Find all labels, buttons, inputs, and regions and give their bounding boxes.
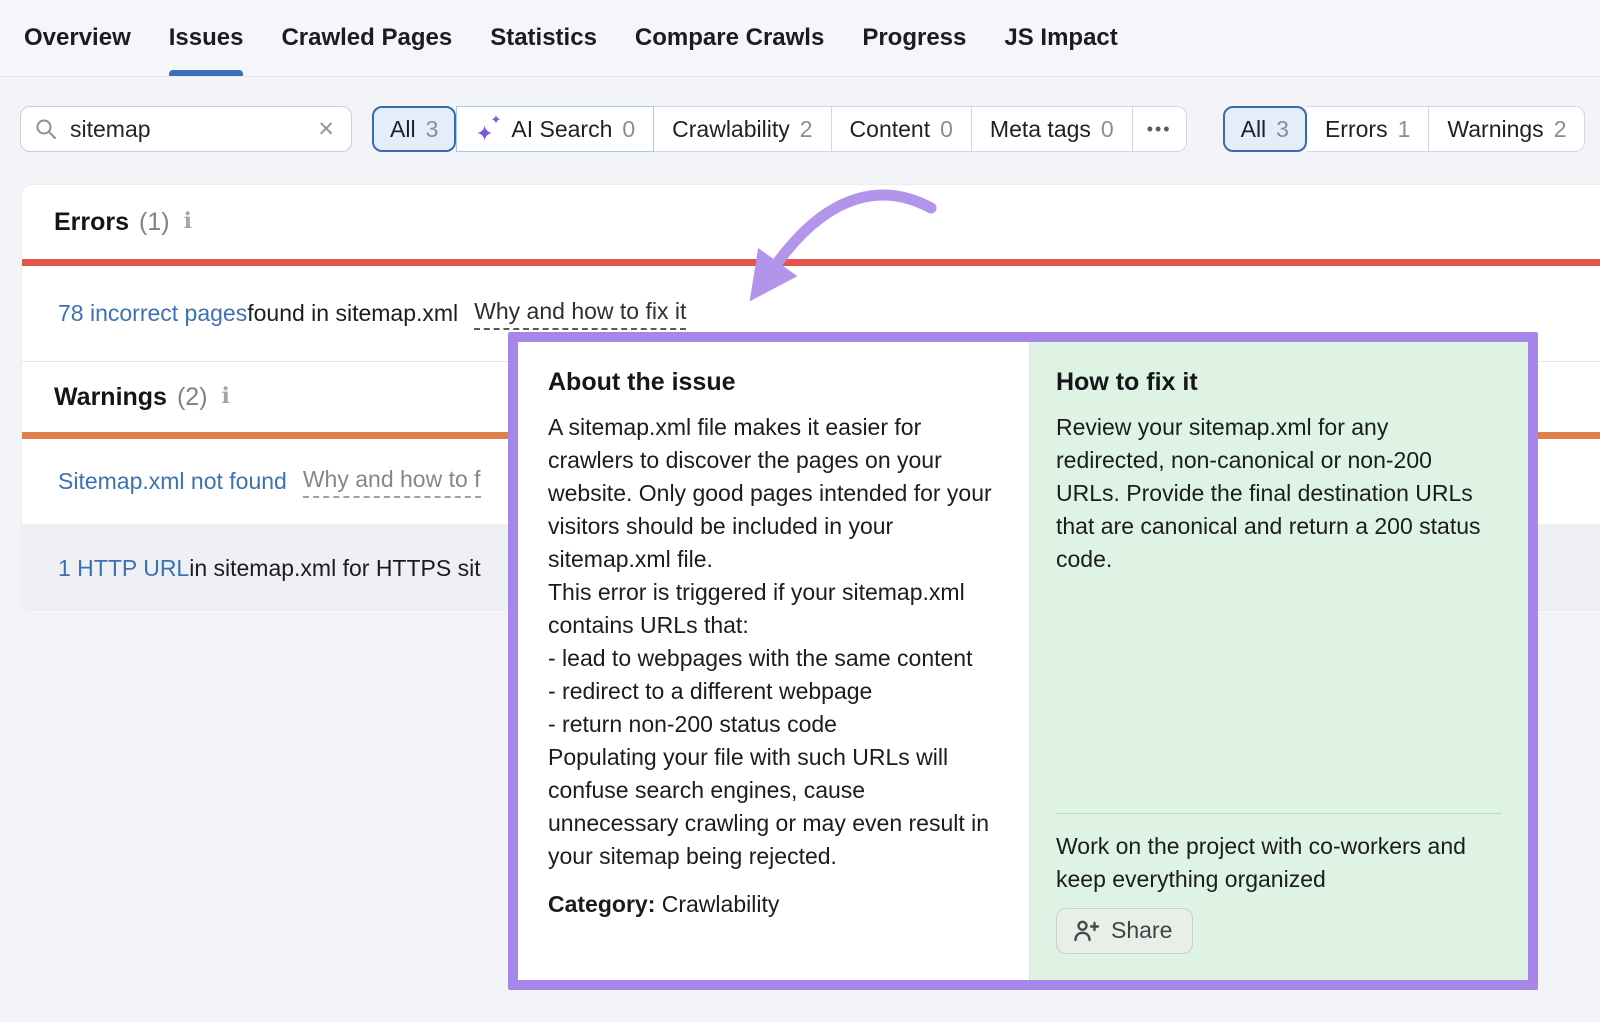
category-line: Category: Crawlability [548,891,1001,918]
warnings-count: (2) [177,383,208,412]
search-box[interactable]: ✕ [20,106,352,152]
errors-section-header: Errors (1) ℹ [22,185,1600,259]
search-input[interactable] [68,115,304,144]
filter-count: 0 [1101,116,1114,143]
category-filter-group: All 3 ✦✦ AI Search 0 Crawlability 2 Cont… [372,106,1187,152]
filter-meta-tags[interactable]: Meta tags 0 [972,106,1133,152]
category-value: Crawlability [662,891,780,917]
person-add-icon [1073,919,1100,942]
filter-content[interactable]: Content 0 [832,106,972,152]
filter-count: 3 [426,116,439,143]
filter-row: ✕ All 3 ✦✦ AI Search 0 Crawlability 2 Co… [20,106,1600,152]
filter-count: 3 [1276,116,1289,143]
collaboration-block: Work on the project with co-workers and … [1056,813,1502,954]
filter-count: 0 [940,116,953,143]
tab-compare-crawls[interactable]: Compare Crawls [635,0,824,76]
why-how-fix-link[interactable]: Why and how to f [303,466,481,498]
ai-sparkles-icon: ✦✦ [475,115,501,143]
filter-count: 1 [1398,116,1411,143]
tab-issues[interactable]: Issues [169,0,244,76]
issue-link[interactable]: Sitemap.xml not found [58,468,287,495]
how-to-fix-panel: How to fix it Review your sitemap.xml fo… [1030,342,1528,980]
category-label: Category: [548,891,655,917]
filter-count: 2 [1554,116,1567,143]
filter-count: 2 [800,116,813,143]
clear-search-icon[interactable]: ✕ [315,117,337,142]
search-icon [35,118,57,140]
tab-crawled-pages[interactable]: Crawled Pages [281,0,452,76]
how-to-fix-body: Review your sitemap.xml for any redirect… [1056,411,1502,576]
filter-errors[interactable]: Errors 1 [1307,106,1429,152]
top-nav: Overview Issues Crawled Pages Statistics… [0,0,1600,77]
errors-title: Errors [54,208,129,237]
issue-text: found in sitemap.xml [247,300,458,327]
filter-warnings[interactable]: Warnings 2 [1429,106,1585,152]
filter-count: 0 [622,116,635,143]
tab-overview[interactable]: Overview [24,0,131,76]
filter-all-severity[interactable]: All 3 [1223,106,1307,152]
info-icon[interactable]: ℹ [184,211,192,233]
issue-link[interactable]: 78 incorrect pages [58,300,247,327]
share-button-label: Share [1111,917,1172,944]
about-issue-panel: About the issue A sitemap.xml file makes… [518,342,1030,980]
errors-severity-bar [22,259,1600,266]
collaboration-text: Work on the project with co-workers and … [1056,830,1502,896]
info-icon[interactable]: ℹ [222,386,230,408]
filter-crawlability[interactable]: Crawlability 2 [654,106,831,152]
filter-ai-search[interactable]: ✦✦ AI Search 0 [456,106,654,152]
more-filters-button[interactable]: ••• [1133,106,1187,152]
issue-details-popup: About the issue A sitemap.xml file makes… [508,332,1538,990]
share-button[interactable]: Share [1056,908,1193,954]
issue-text: in sitemap.xml for HTTPS sit [189,555,480,582]
errors-count: (1) [139,208,170,237]
about-issue-title: About the issue [548,368,1001,397]
tab-progress[interactable]: Progress [862,0,966,76]
about-issue-body: A sitemap.xml file makes it easier for c… [548,411,1001,873]
filter-all-categories[interactable]: All 3 [372,106,456,152]
how-to-fix-title: How to fix it [1056,368,1502,397]
warnings-title: Warnings [54,383,167,412]
tab-js-impact[interactable]: JS Impact [1004,0,1117,76]
ellipsis-icon: ••• [1147,119,1172,140]
issue-link[interactable]: 1 HTTP URL [58,555,189,582]
divider [1056,813,1502,814]
why-how-fix-link[interactable]: Why and how to fix it [474,298,686,330]
tab-statistics[interactable]: Statistics [490,0,597,76]
severity-filter-group: All 3 Errors 1 Warnings 2 [1223,106,1586,152]
